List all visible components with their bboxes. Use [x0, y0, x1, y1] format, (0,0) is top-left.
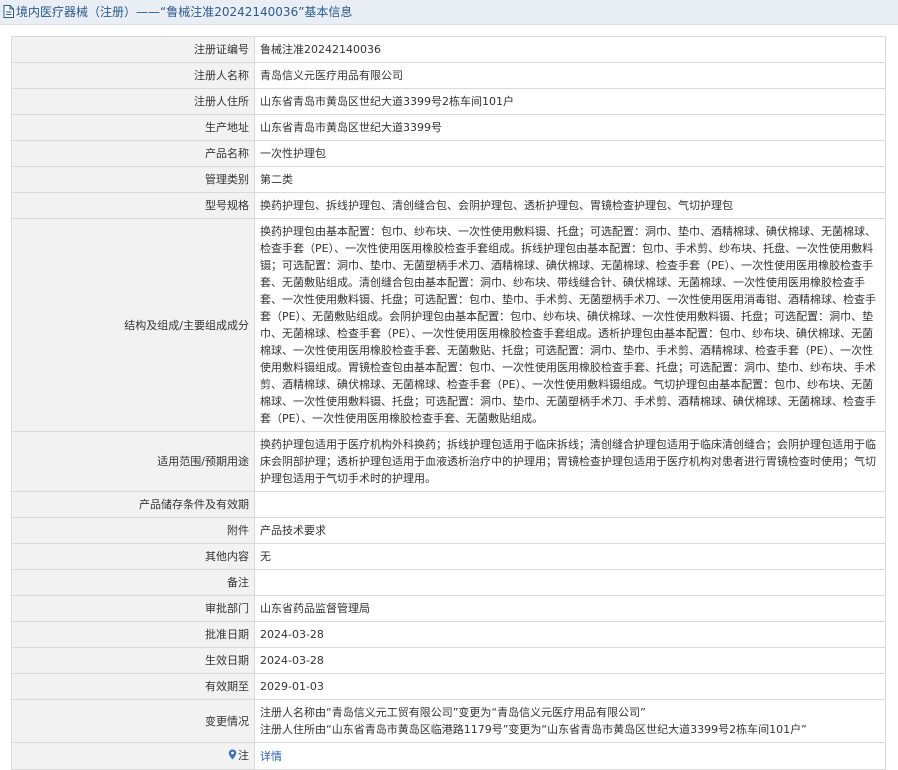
info-table-footer: 变更情况 注册人名称由“青岛信义元工贸有限公司”变更为“青岛信义元医疗用品有限公…: [11, 699, 886, 770]
table-row: 产品储存条件及有效期: [11, 491, 886, 518]
row-label: 备注: [11, 569, 255, 596]
change-history: 注册人名称由“青岛信义元工贸有限公司”变更为“青岛信义元医疗用品有限公司” 注册…: [254, 699, 886, 743]
table-row: 结构及组成/主要组成成分 换药护理包由基本配置：包巾、纱布块、一次性使用敷料镊、托…: [11, 218, 886, 432]
row-label: 生效日期: [11, 647, 255, 674]
row-value: 青岛信义元医疗用品有限公司: [254, 62, 886, 89]
table-row: 其他内容无: [11, 543, 886, 570]
info-table: 注册证编号 鲁械注准20242140036 注册人名称 青岛信义元医疗用品有限公司 注册…: [11, 36, 886, 770]
row-value: 鲁械注准20242140036: [254, 36, 886, 63]
row-label: 产品名称: [11, 140, 255, 167]
row-label: 变更情况: [11, 699, 255, 743]
row-value: 一次性护理包: [254, 140, 886, 167]
row-value: 换药护理包由基本配置：包巾、纱布块、一次性使用敷料镊、托盘；可选配置：洞巾、垫巾…: [254, 218, 886, 432]
page-title: 境内医疗器械（注册）——“鲁械注准20242140036”基本信息: [16, 5, 353, 19]
table-row: 批准日期 2024-03-28: [11, 621, 886, 648]
row-label: 批准日期: [11, 621, 255, 648]
row-label: 注册证编号: [11, 36, 255, 63]
row-value: 2024-03-28: [254, 647, 886, 674]
table-row: 注册人名称 青岛信义元医疗用品有限公司: [11, 62, 886, 89]
table-row: 型号规格 换药护理包、拆线护理包、清创缝合包、会阴护理包、透析护理包、胃镜检查护理…: [11, 192, 886, 219]
row-label: 型号规格: [11, 192, 255, 219]
note-value: 详情: [254, 742, 886, 770]
document-icon: [3, 2, 14, 24]
details-link[interactable]: 详情: [260, 750, 282, 763]
note-label: 注: [238, 749, 249, 762]
change-line: 注册人名称由“青岛信义元工贸有限公司”变更为“青岛信义元医疗用品有限公司”: [260, 706, 646, 719]
row-value: 第二类: [254, 166, 886, 193]
row-label: 有效期至: [11, 673, 255, 700]
row-label: 附件: [11, 517, 255, 544]
table-row-note: 注 详情: [11, 742, 886, 770]
row-label: 注册人住所: [11, 88, 255, 115]
row-label: 其他内容: [11, 543, 255, 570]
row-value: 2024-03-28: [254, 621, 886, 648]
table-row: 有效期至 2029-01-03: [11, 673, 886, 700]
table-row: 附件 产品技术要求: [11, 517, 886, 544]
row-value: [254, 491, 886, 518]
table-row: 生产地址 山东省青岛市黄岛区世纪大道3399号: [11, 114, 886, 141]
row-label: 结构及组成/主要组成成分: [11, 218, 255, 432]
table-row: 审批部门 山东省药品监督管理局: [11, 595, 886, 622]
pin-icon: [228, 748, 237, 765]
row-value: 无: [254, 543, 886, 570]
table-row-change: 变更情况 注册人名称由“青岛信义元工贸有限公司”变更为“青岛信义元医疗用品有限公…: [11, 699, 886, 743]
row-value: 山东省青岛市黄岛区世纪大道3399号2栋车间101户: [254, 88, 886, 115]
row-value: 产品技术要求: [254, 517, 886, 544]
row-label: 适用范围/预期用途: [11, 431, 255, 492]
row-value: 山东省药品监督管理局: [254, 595, 886, 622]
table-row: 备注: [11, 569, 886, 596]
row-label: 管理类别: [11, 166, 255, 193]
table-row: 产品名称 一次性护理包: [11, 140, 886, 167]
row-value: 换药护理包适用于医疗机构外科换药；拆线护理包适用于临床拆线；清创缝合护理包适用于…: [254, 431, 886, 492]
row-label: 生产地址: [11, 114, 255, 141]
row-value: 换药护理包、拆线护理包、清创缝合包、会阴护理包、透析护理包、胃镜检查护理包、气切…: [254, 192, 886, 219]
row-label: 审批部门: [11, 595, 255, 622]
table-row: 管理类别 第二类: [11, 166, 886, 193]
change-line: 注册人住所由“山东省青岛市黄岛区临港路1179号”变更为“山东省青岛市黄岛区世纪…: [260, 723, 807, 736]
row-label: 产品储存条件及有效期: [11, 491, 255, 518]
table-row: 生效日期 2024-03-28: [11, 647, 886, 674]
row-value: 2029-01-03: [254, 673, 886, 700]
table-row: 注册人住所 山东省青岛市黄岛区世纪大道3399号2栋车间101户: [11, 88, 886, 115]
row-label: 注册人名称: [11, 62, 255, 89]
row-label-note: 注: [11, 742, 255, 770]
row-value: 山东省青岛市黄岛区世纪大道3399号: [254, 114, 886, 141]
info-table-body: 注册证编号 鲁械注准20242140036 注册人名称 青岛信义元医疗用品有限公司 注册…: [11, 36, 886, 700]
table-row: 适用范围/预期用途 换药护理包适用于医疗机构外科换药；拆线护理包适用于临床拆线；清…: [11, 431, 886, 492]
row-value: [254, 569, 886, 596]
page-header: 境内医疗器械（注册）——“鲁械注准20242140036”基本信息: [0, 0, 898, 25]
table-row: 注册证编号 鲁械注准20242140036: [11, 36, 886, 63]
